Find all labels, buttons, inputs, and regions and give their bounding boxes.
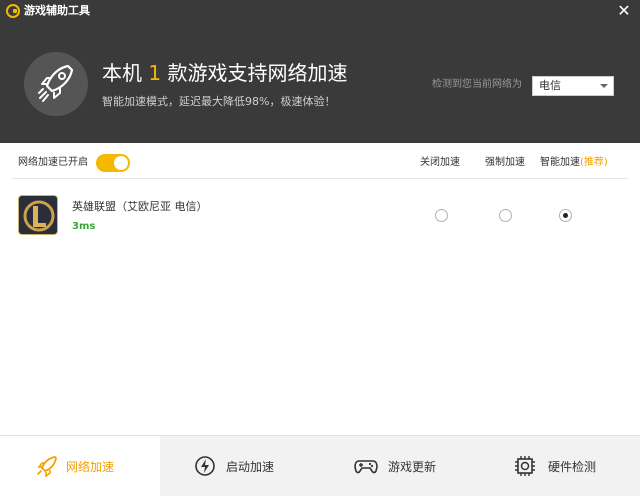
rocket-icon — [37, 456, 57, 477]
recommended-tag: (推荐) — [580, 157, 608, 168]
acceleration-toggle-label: 网络加速已开启 — [18, 157, 88, 168]
subline: 智能加速模式，延迟最大降低98%，极速体验！ — [102, 95, 336, 108]
column-header-smart-label: 智能加速 — [540, 157, 580, 168]
rocket-icon — [24, 52, 88, 116]
nav-label: 硬件检测 — [548, 460, 597, 474]
window-title: 游戏辅助工具 — [24, 4, 90, 17]
app-window: 游戏辅助工具 ✕ 本机 1 款游戏支持网络加速 智能加速模式，延迟最大降低98%… — [0, 0, 640, 496]
game-name: 英雄联盟（艾欧尼亚 电信） — [72, 200, 208, 213]
mode-radio-off[interactable] — [435, 209, 448, 222]
column-header-off-label: 关闭加速 — [420, 157, 460, 168]
mode-radio-force[interactable] — [499, 209, 512, 222]
acceleration-toggle[interactable] — [96, 154, 130, 172]
mode-radio-smart[interactable] — [559, 209, 572, 222]
headline: 本机 1 款游戏支持网络加速 — [102, 60, 347, 86]
nav-hardware-detection[interactable]: 硬件检测 — [480, 436, 640, 496]
column-header-smart: 智能加速(推荐) — [540, 157, 608, 169]
toggle-knob — [114, 156, 128, 170]
column-header-force: 强制加速 — [485, 157, 525, 169]
close-button[interactable]: ✕ — [614, 2, 634, 20]
nav-network-acceleration[interactable]: 网络加速 — [0, 436, 160, 496]
title-bar[interactable]: 游戏辅助工具 ✕ — [0, 0, 640, 22]
isp-select[interactable]: 电信 — [532, 76, 614, 96]
headline-prefix: 本机 — [102, 61, 149, 85]
gamepad-icon — [354, 460, 378, 474]
game-ping: 3ms — [72, 221, 96, 232]
bottom-nav: 网络加速 启动加速 游戏更新 硬件检测 — [0, 435, 640, 496]
nav-label: 网络加速 — [66, 460, 115, 474]
chip-icon — [515, 456, 535, 476]
header-banner: 游戏辅助工具 ✕ 本机 1 款游戏支持网络加速 智能加速模式，延迟最大降低98%… — [0, 0, 640, 143]
column-header-off: 关闭加速 — [420, 157, 460, 169]
chevron-down-icon — [600, 84, 608, 88]
detect-network-label: 检测到您当前网络为 — [432, 79, 522, 90]
nav-game-update[interactable]: 游戏更新 — [320, 436, 480, 496]
app-logo-icon — [6, 4, 20, 18]
league-of-legends-icon — [18, 195, 58, 235]
game-count: 1 — [148, 61, 162, 85]
column-header-force-label: 强制加速 — [485, 157, 525, 168]
lightning-icon — [195, 456, 215, 476]
nav-label: 游戏更新 — [388, 460, 437, 474]
nav-launch-acceleration[interactable]: 启动加速 — [160, 436, 320, 496]
headline-suffix: 款游戏支持网络加速 — [161, 61, 348, 85]
isp-select-value: 电信 — [539, 79, 561, 92]
nav-label: 启动加速 — [226, 460, 275, 474]
divider — [12, 178, 628, 179]
